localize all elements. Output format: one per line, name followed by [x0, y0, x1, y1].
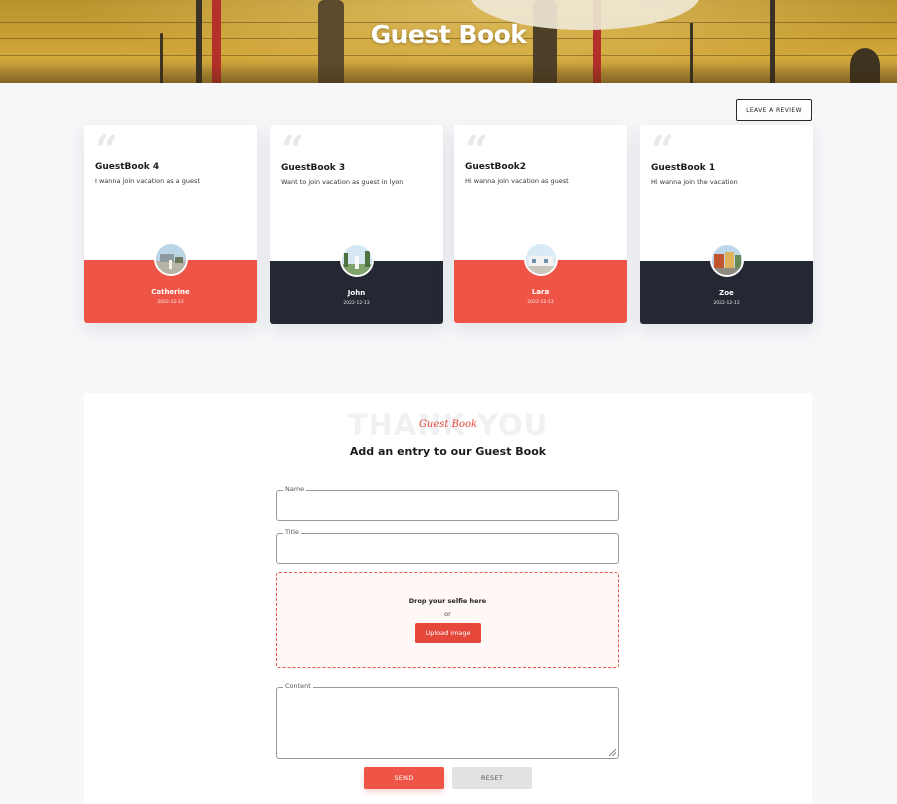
card-title: GuestBook 3 — [281, 163, 346, 173]
guestbook-form-panel: THANK YOU Guest Book Add an entry to our… — [84, 393, 812, 804]
card-text: Want to join vacation as guest in lyon — [281, 178, 404, 186]
script-label: Guest Book — [418, 419, 478, 430]
send-button[interactable]: SEND — [364, 767, 444, 789]
card-date: 2022-12-13 — [713, 301, 740, 306]
title-field-label: Title — [283, 528, 301, 536]
guestbook-card: “ GuestBook 1 Hi wanna join the vacation… — [640, 125, 813, 324]
card-date: 2022-12-13 — [157, 300, 184, 305]
page-title: Guest Book — [370, 20, 527, 49]
avatar — [153, 242, 188, 276]
avatar — [339, 243, 374, 277]
card-date: 2022-12-13 — [527, 300, 554, 305]
reset-button[interactable]: RESET — [452, 767, 532, 789]
guestbook-card: “ GuestBook 4 I wanna join vacation as a… — [84, 125, 257, 323]
dropzone-or: or — [444, 610, 451, 618]
card-title: GuestBook 4 — [95, 162, 160, 172]
name-field[interactable]: Name — [276, 485, 619, 521]
upload-image-button[interactable]: Upload image — [415, 623, 481, 643]
guestbook-card: “ GuestBook 3 Want to join vacation as g… — [270, 125, 443, 324]
name-field-label: Name — [283, 485, 307, 493]
selfie-dropzone[interactable]: Drop your selfie here or Upload image — [276, 572, 619, 668]
leave-review-button[interactable]: LEAVE A REVIEW — [736, 99, 812, 121]
card-author: John — [347, 289, 366, 297]
card-author: Zoe — [719, 289, 734, 297]
dropzone-title: Drop your selfie here — [408, 597, 487, 605]
resize-handle-icon[interactable] — [609, 749, 616, 756]
card-title: GuestBook 1 — [651, 163, 716, 173]
title-field[interactable]: Title — [276, 528, 619, 564]
content-field-label: Content — [283, 682, 313, 690]
hero-banner: Guest Book — [0, 0, 897, 83]
card-date: 2022-12-13 — [343, 301, 370, 306]
card-author: Lara — [531, 288, 550, 296]
card-title: GuestBook2 — [465, 162, 527, 172]
card-text: Hi wanna join the vacation — [651, 178, 738, 186]
avatar — [709, 243, 744, 277]
card-text: I wanna join vacation as a guest — [95, 177, 200, 185]
card-author: Catherine — [151, 288, 190, 296]
avatar — [523, 242, 558, 276]
guestbook-card: “ GuestBook2 Hi wanna join vacation as g… — [454, 125, 627, 323]
card-text: Hi wanna join vacation as guest — [465, 177, 569, 185]
content-field[interactable]: Content — [276, 682, 619, 759]
form-heading: Add an entry to our Guest Book — [349, 445, 547, 458]
